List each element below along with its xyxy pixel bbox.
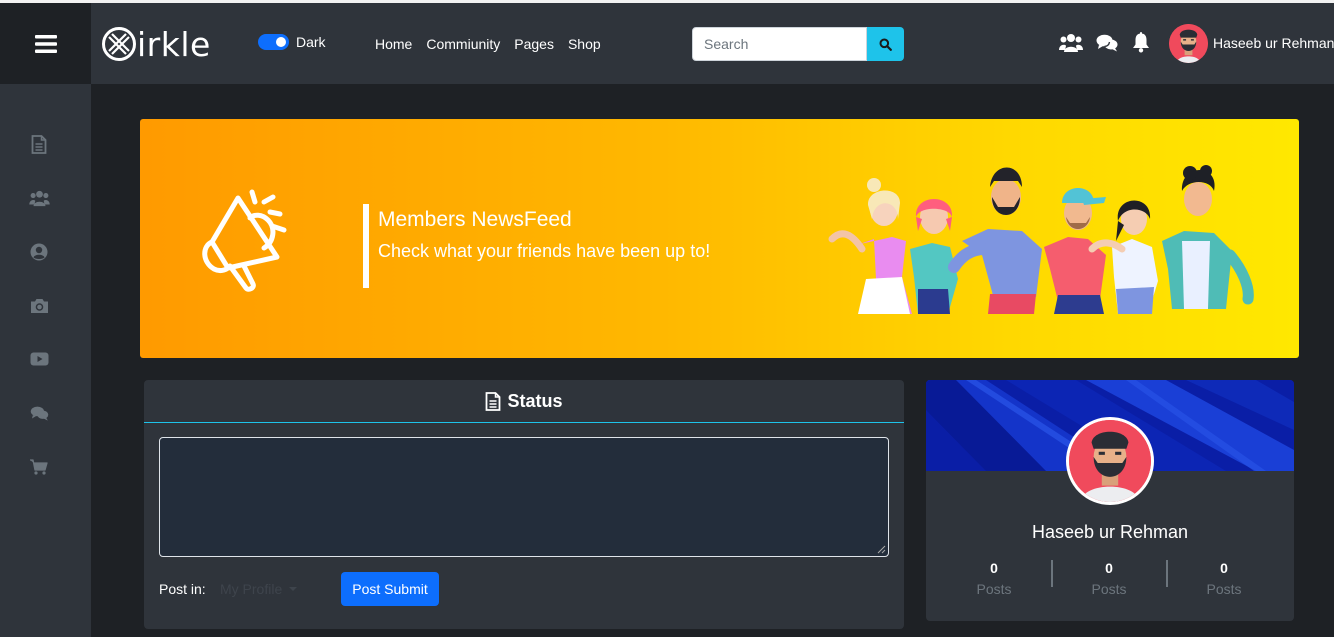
search-icon [879, 38, 892, 51]
stat-label: Posts [1091, 581, 1127, 597]
toggle-label: Dark [296, 34, 326, 50]
toggle-switch[interactable] [258, 34, 289, 50]
stat-divider [1051, 560, 1053, 587]
stat-divider [1166, 560, 1168, 587]
cart-icon [30, 459, 48, 475]
main-nav: Home Commiunity Pages Shop [375, 36, 615, 52]
notifications-button[interactable] [1131, 32, 1151, 53]
stat-posts: 0 Posts [944, 560, 1044, 597]
status-card: Status Post in: My Profile Post Submit [144, 380, 904, 629]
stat-value: 0 [990, 560, 998, 576]
camera-icon [30, 299, 48, 313]
header-icons [1059, 32, 1164, 53]
profile-avatar[interactable] [1066, 417, 1154, 505]
avatar-illustration [1069, 420, 1151, 502]
stat-value: 0 [1220, 560, 1228, 576]
sidebar-item-shop[interactable] [28, 456, 50, 478]
hamburger-icon [34, 34, 57, 53]
post-in-label: Post in: [159, 581, 206, 597]
users-icon [28, 190, 50, 206]
sidebar [0, 84, 91, 637]
top-header: irkle Dark Home Commiunity Pages Shop Se… [91, 3, 1334, 84]
chevron-down-icon [289, 587, 298, 591]
people-group-illustration [828, 165, 1254, 314]
post-submit-button[interactable]: Post Submit [341, 572, 439, 606]
nav-shop[interactable]: Shop [568, 36, 601, 52]
chat-icon [1096, 34, 1118, 51]
sidebar-item-photos[interactable] [28, 295, 50, 317]
avatar-illustration [1169, 24, 1208, 63]
menu-toggle-button[interactable] [0, 3, 91, 84]
messages-button[interactable] [1096, 34, 1118, 52]
stat-label: Posts [1206, 581, 1242, 597]
search-button[interactable] [867, 27, 904, 61]
logo-text: irkle [137, 24, 211, 64]
post-in-value: My Profile [220, 581, 283, 597]
sidebar-item-posts[interactable] [28, 133, 50, 155]
header-user-name[interactable]: Haseeb ur Rehman [1213, 35, 1334, 51]
megaphone-icon [202, 189, 287, 292]
banner-title: Members NewsFeed [378, 208, 572, 231]
chat-icon [30, 406, 48, 421]
friends-button[interactable] [1059, 33, 1083, 53]
newsfeed-banner: Members NewsFeed Check what your friends… [140, 119, 1299, 358]
status-header: Status [144, 380, 904, 423]
resize-grip-icon[interactable] [876, 544, 886, 554]
sidebar-item-profile[interactable] [28, 241, 50, 263]
stat-posts: 0 Posts [1174, 560, 1274, 597]
stat-label: Posts [976, 581, 1012, 597]
profile-card: Haseeb ur Rehman 0 Posts 0 Posts 0 Posts [926, 380, 1294, 621]
logo[interactable]: irkle [101, 24, 211, 64]
banner-subtitle: Check what your friends have been up to! [378, 241, 711, 261]
user-circle-icon [30, 243, 48, 261]
sidebar-item-messages[interactable] [28, 402, 50, 424]
profile-name[interactable]: Haseeb ur Rehman [926, 522, 1294, 543]
avatar[interactable] [1169, 24, 1208, 63]
nav-home[interactable]: Home [375, 36, 412, 52]
document-icon [486, 391, 501, 411]
stat-value: 0 [1105, 560, 1113, 576]
sidebar-item-videos[interactable] [28, 348, 50, 370]
search-input[interactable] [692, 27, 867, 61]
nav-pages[interactable]: Pages [514, 36, 554, 52]
document-icon [31, 134, 47, 154]
nav-community[interactable]: Commiunity [426, 36, 500, 52]
users-icon [1059, 33, 1083, 52]
search-form [692, 27, 904, 61]
theme-toggle[interactable]: Dark [258, 34, 326, 50]
stat-posts: 0 Posts [1059, 560, 1159, 597]
logo-mark-icon [102, 27, 136, 61]
status-title: Status [507, 390, 563, 411]
video-icon [30, 352, 48, 366]
sidebar-item-groups[interactable] [28, 187, 50, 209]
post-in-select[interactable]: My Profile [220, 581, 298, 597]
banner-divider [363, 204, 369, 288]
bell-icon [1133, 32, 1149, 53]
status-textarea[interactable] [159, 437, 889, 557]
